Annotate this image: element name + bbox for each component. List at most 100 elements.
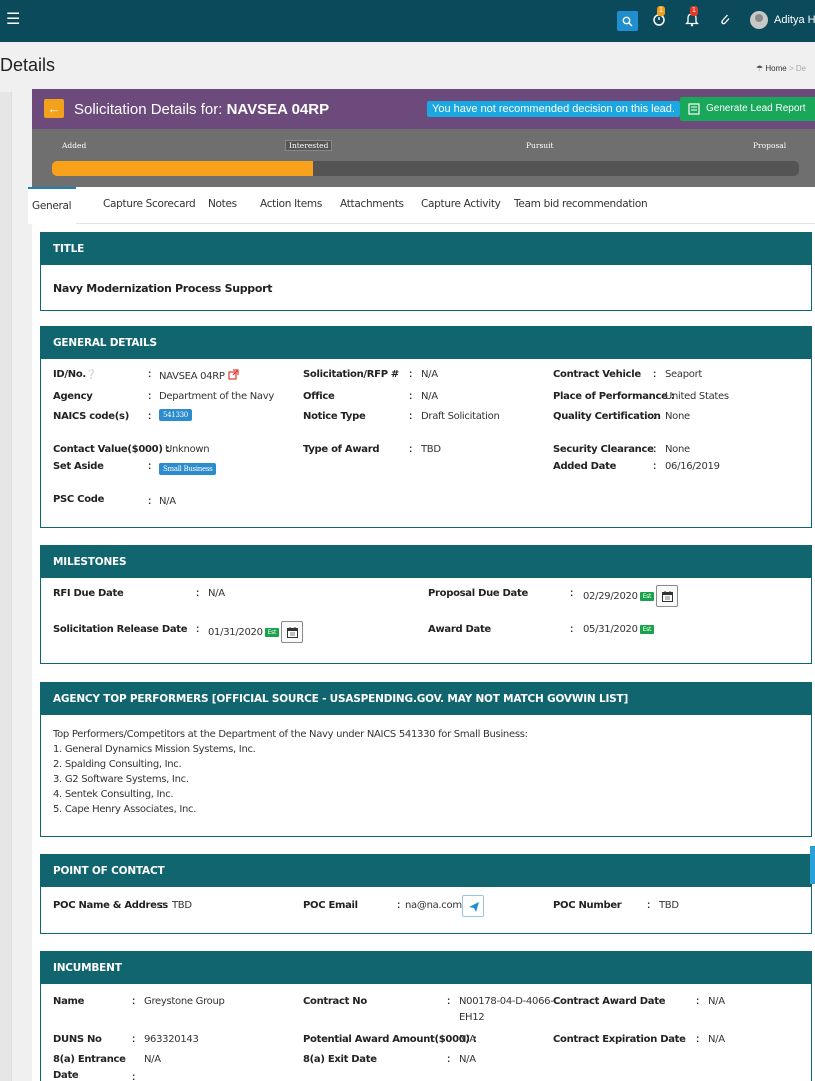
contact-value-value: Unknown — [165, 444, 210, 455]
page-title: Details — [0, 55, 56, 75]
performer-item: 5. Cape Henry Associates, Inc. — [53, 804, 197, 815]
breadcrumb-home[interactable]: Home — [765, 64, 786, 73]
generate-lead-report-button[interactable]: Generate Lead Report — [680, 97, 815, 121]
report-icon — [688, 103, 700, 115]
added-date-value: 06/16/2019 — [665, 461, 720, 472]
potential-award-amount-value: N/A — [459, 1034, 476, 1045]
solicitation-title: Solicitation Details for: NAVSEA 04RP — [74, 101, 329, 118]
tab-capture-activity[interactable]: Capture Activity — [421, 198, 501, 210]
tab-team-bid-recommendation[interactable]: Team bid recommendation — [514, 198, 648, 210]
rfi-due-date-label: RFI Due Date — [53, 588, 124, 599]
incumbent-name-value: Greystone Group — [144, 996, 225, 1007]
milestones-card: MILESTONES RFI Due Date : N/A Solicitati… — [40, 545, 812, 664]
search-button[interactable] — [617, 11, 638, 31]
estimate-badge: Est — [639, 591, 655, 601]
performers-intro: Top Performers/Competitors at the Depart… — [53, 729, 528, 740]
type-of-award-label: Type of Award — [303, 444, 380, 455]
stage-proposal[interactable]: Proposal — [753, 141, 786, 150]
set-aside-label: Set Aside — [53, 461, 104, 472]
tab-action-items[interactable]: Action Items — [260, 198, 322, 210]
point-of-contact-header: POINT OF CONTACT — [41, 855, 811, 887]
calendar-icon — [287, 627, 298, 638]
duns-value: 963320143 — [144, 1034, 199, 1045]
agency-value: Department of the Navy — [159, 391, 274, 402]
calendar-icon — [662, 591, 673, 602]
incumbent-header: INCUMBENT — [41, 952, 811, 984]
poc-number-value: TBD — [659, 900, 679, 911]
hamburger-icon[interactable]: ☰ — [6, 11, 20, 29]
added-date-label: Added Date — [553, 461, 617, 472]
contract-expiration-date-label: Contract Expiration Date — [553, 1034, 686, 1045]
main-panel: ← Solicitation Details for: NAVSEA 04RP … — [28, 89, 815, 1081]
contract-no-label: Contract No — [303, 996, 367, 1007]
contract-vehicle-value: Seaport — [665, 369, 703, 380]
solicitation-id: NAVSEA 04RP — [226, 101, 330, 118]
poc-email-label: POC Email — [303, 900, 358, 911]
award-date-value: 05/31/2020 — [583, 624, 638, 635]
estimate-badge: Est — [264, 627, 280, 637]
proposal-date-calendar-button[interactable] — [656, 585, 678, 607]
contract-no-value: N00178-04-D-4066- — [459, 996, 554, 1007]
performers-list: Top Performers/Competitors at the Depart… — [53, 727, 528, 817]
agency-top-performers-header: AGENCY TOP PERFORMERS [OFFICIAL SOURCE -… — [41, 683, 811, 715]
tab-general[interactable]: General — [28, 187, 77, 224]
security-clearance-label: Security Clearance — [553, 444, 654, 455]
back-button[interactable]: ← — [44, 99, 64, 118]
paperclip-icon[interactable] — [716, 11, 734, 31]
avatar[interactable] — [750, 11, 768, 29]
performer-item: 2. Spalding Consulting, Inc. — [53, 759, 182, 770]
tab-attachments[interactable]: Attachments — [340, 198, 404, 210]
performer-item: 4. Sentek Consulting, Inc. — [53, 789, 174, 800]
agency-label: Agency — [53, 391, 93, 402]
contract-award-date-label: Contract Award Date — [553, 996, 666, 1007]
duns-label: DUNS No — [53, 1034, 102, 1045]
naics-badge[interactable]: 541330 — [159, 409, 192, 421]
breadcrumb-separator: > — [788, 64, 794, 73]
send-icon — [469, 902, 479, 912]
recommendation-notice[interactable]: You have not recommended decision on thi… — [427, 101, 680, 117]
title-card-header: TITLE — [41, 233, 811, 265]
notice-type-label: Notice Type — [303, 411, 366, 422]
contract-expiration-date-value: N/A — [708, 1034, 725, 1045]
title-card: TITLE Navy Modernization Process Support — [40, 232, 812, 311]
incumbent-card: INCUMBENT Name : Greystone Group DUNS No… — [40, 951, 812, 1081]
send-email-button[interactable] — [462, 895, 484, 917]
release-date-calendar-button[interactable] — [281, 621, 303, 643]
poc-name-value: TBD — [172, 900, 192, 911]
home-icon: ☂ — [756, 64, 764, 73]
solicitation-title-prefix: Solicitation Details for: — [74, 101, 223, 118]
alerts-badge: 1 — [690, 6, 698, 16]
external-link-icon[interactable] — [227, 369, 239, 380]
agency-top-performers-card: AGENCY TOP PERFORMERS [OFFICIAL SOURCE -… — [40, 682, 812, 837]
potential-award-amount-label: Potential Award Amount($000) : — [303, 1034, 477, 1045]
entrance-date-label: 8(a) Entrance — [53, 1054, 126, 1065]
solicitation-header: ← Solicitation Details for: NAVSEA 04RP … — [32, 89, 815, 129]
rfi-due-date-value: N/A — [208, 588, 225, 599]
stage-added[interactable]: Added — [62, 141, 86, 150]
help-icon[interactable]: ❔ — [86, 370, 97, 380]
user-name[interactable]: Aditya Har — [774, 14, 815, 26]
contract-award-date-value: N/A — [708, 996, 725, 1007]
tab-notes[interactable]: Notes — [208, 198, 237, 210]
stage-interested[interactable]: Interested — [285, 140, 333, 151]
breadcrumb: ☂ Home > De — [756, 64, 806, 73]
set-aside-badge[interactable]: Small Business — [159, 463, 217, 475]
exit-date-label: 8(a) Exit Date — [303, 1054, 377, 1065]
estimate-badge: Est — [639, 624, 655, 634]
proposal-due-date-label: Proposal Due Date — [428, 588, 528, 599]
side-drawer-handle[interactable] — [810, 846, 815, 884]
poc-number-label: POC Number — [553, 900, 622, 911]
notice-type-value: Draft Solicitation — [421, 411, 500, 422]
entrance-date-label-line2: Date — [53, 1070, 79, 1081]
stage-pursuit[interactable]: Pursuit — [526, 141, 554, 150]
pipeline-progress-fill — [52, 161, 314, 176]
psc-value: N/A — [159, 496, 176, 507]
contract-vehicle-label: Contract Vehicle — [553, 369, 641, 380]
award-date-label: Award Date — [428, 624, 491, 635]
tab-capture-scorecard[interactable]: Capture Scorecard — [103, 198, 196, 210]
performer-item: 3. G2 Software Systems, Inc. — [53, 774, 189, 785]
exit-date-value: N/A — [459, 1054, 476, 1065]
psc-label: PSC Code — [53, 494, 105, 505]
poc-name-label: POC Name & Address — [53, 900, 168, 911]
id-value: NAVSEA 04RP — [159, 369, 239, 382]
